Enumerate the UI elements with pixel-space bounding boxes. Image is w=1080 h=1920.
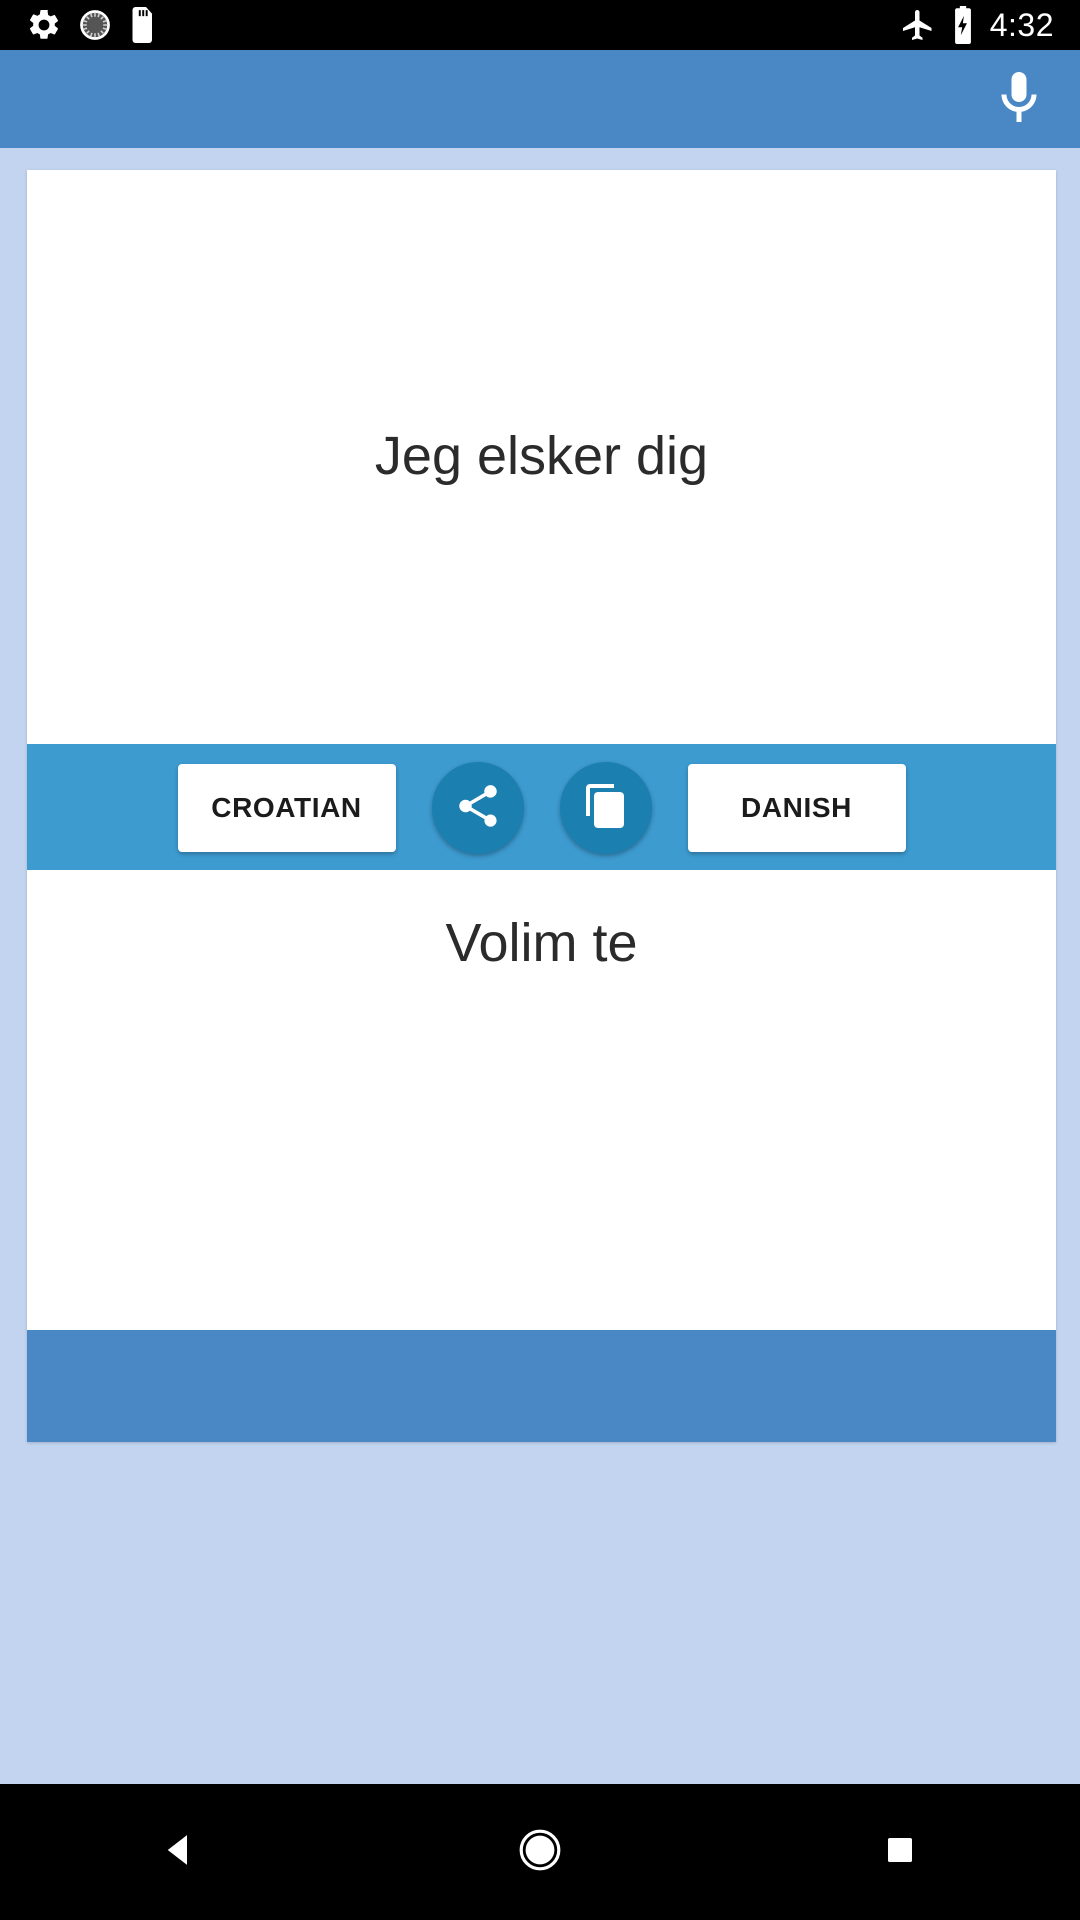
home-button[interactable] <box>360 1826 720 1879</box>
share-icon <box>453 781 503 834</box>
phone-screen: 4:32 Jeg elsker dig CROATIAN DANISH Voli… <box>0 0 1080 1920</box>
sd-card-icon <box>128 7 158 43</box>
copy-button[interactable] <box>559 761 652 854</box>
sync-sunburst-icon <box>78 8 112 42</box>
android-navigation-bar <box>0 1784 1080 1920</box>
target-text: Volim te <box>445 913 638 973</box>
source-text-pane[interactable]: Jeg elsker dig <box>27 170 1056 744</box>
target-text-pane[interactable]: Volim te <box>27 870 1056 1330</box>
status-bar: 4:32 <box>0 0 1080 50</box>
source-text: Jeg elsker dig <box>374 426 709 487</box>
share-button[interactable] <box>431 761 524 854</box>
status-bar-clock: 4:32 <box>989 7 1054 43</box>
target-language-button[interactable]: DANISH <box>687 763 906 852</box>
app-bar <box>0 50 1080 148</box>
source-language-button[interactable]: CROATIAN <box>177 763 396 852</box>
airplane-mode-icon <box>900 7 936 43</box>
recents-square-icon <box>882 1832 918 1873</box>
settings-gear-icon <box>26 7 62 43</box>
card-footer-bar <box>27 1330 1056 1442</box>
microphone-button[interactable] <box>976 56 1062 142</box>
status-bar-right-icons: 4:32 <box>900 6 1080 44</box>
battery-charging-icon <box>950 6 976 44</box>
back-button[interactable] <box>0 1829 360 1876</box>
translation-card: Jeg elsker dig CROATIAN DANISH Volim te <box>27 170 1056 1442</box>
translation-toolbar: CROATIAN DANISH <box>27 744 1056 870</box>
recents-button[interactable] <box>720 1832 1080 1873</box>
home-circle-icon <box>516 1826 564 1879</box>
status-bar-left-icons <box>0 7 158 43</box>
copy-icon <box>582 782 630 833</box>
back-triangle-icon <box>159 1829 201 1876</box>
microphone-icon <box>989 67 1049 132</box>
